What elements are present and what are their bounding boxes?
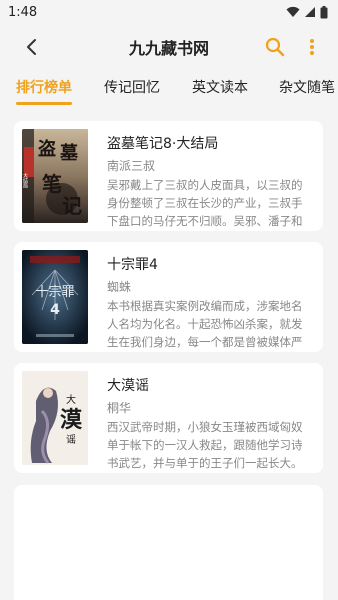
book-cover-art: 盗 墓 笔 记 大结局 [22,129,88,223]
svg-text:墓: 墓 [59,143,79,164]
book-author: 桐华 [107,401,132,415]
more-options-button[interactable] [304,36,320,58]
svg-text:记: 记 [62,194,82,218]
back-button[interactable] [20,36,42,58]
status-bar: 1:48 [0,0,338,24]
book-title: 十宗罪4 [107,257,158,273]
tab-biography[interactable]: 传记回忆 [104,78,160,102]
active-tab-indicator [16,102,72,105]
status-time: 1:48 [8,4,38,20]
svg-text:谣: 谣 [66,434,76,446]
book-cover: 盗 墓 笔 记 大结局 [22,129,88,223]
book-card-placeholder [14,485,323,600]
category-tabs: 排行榜单 传记回忆 英文读本 杂文随笔 [0,70,338,110]
book-cover: 十宗罪 4 [22,250,88,344]
book-author: 蜘蛛 [107,280,132,294]
svg-text:十宗罪: 十宗罪 [35,284,74,300]
tab-ranking[interactable]: 排行榜单 [16,78,72,102]
app-header: 九九藏书网 [0,24,338,70]
svg-text:盗: 盗 [38,138,56,160]
book-cover-art: 大 漠 谣 [22,371,88,465]
book-description: 吴邪戴上了三叔的人皮面具，以三叔的身份整顿了三叔在长沙的产业，三叔手下盘口的马仔… [107,178,303,228]
wifi-icon [286,6,300,17]
search-icon [265,37,285,57]
battery-icon [320,5,328,18]
tab-english-reader[interactable]: 英文读本 [192,78,248,102]
page-title: 九九藏书网 [128,39,209,58]
book-card[interactable]: 盗 墓 笔 记 大结局 盗墓笔记8·大结局 南派三叔 吴邪戴上了三叔的人皮面具，… [14,121,323,231]
book-cover: 大 漠 谣 [22,371,88,465]
search-button[interactable] [264,36,286,58]
book-card[interactable]: 十宗罪 4 十宗罪4 蜘蛛 本书根据真实案例改编而成，涉案地名人名均为化名。十起… [14,242,323,352]
book-author: 南派三叔 [107,159,156,173]
back-arrow-icon [27,39,36,55]
status-icons [286,5,328,19]
tab-essays[interactable]: 杂文随笔 [279,78,335,102]
book-description: 本书根据真实案例改编而成，涉案地名人名均为化名。十起恐怖凶杀案，就发生在我们身边… [107,299,303,349]
book-description: 西汉武帝时期，小狼女玉瑾被西域匈奴单于帐下的一汉人救起，跟随他学习诗书武艺，并与… [107,420,303,470]
book-card[interactable]: 大 漠 谣 大漠谣 桐华 西汉武帝时期，小狼女玉瑾被西域匈奴单于帐下的一汉人救起… [14,363,323,473]
signal-icon [305,7,315,17]
book-cover-art: 十宗罪 4 [22,250,88,344]
svg-text:4: 4 [50,302,60,318]
svg-text:大结局: 大结局 [22,172,28,189]
book-title: 盗墓笔记8·大结局 [107,136,219,152]
svg-text:大: 大 [66,393,76,406]
svg-text:漠: 漠 [60,407,83,433]
book-title: 大漠谣 [107,378,149,394]
more-vertical-icon [310,39,314,55]
svg-text:笔: 笔 [42,172,62,196]
